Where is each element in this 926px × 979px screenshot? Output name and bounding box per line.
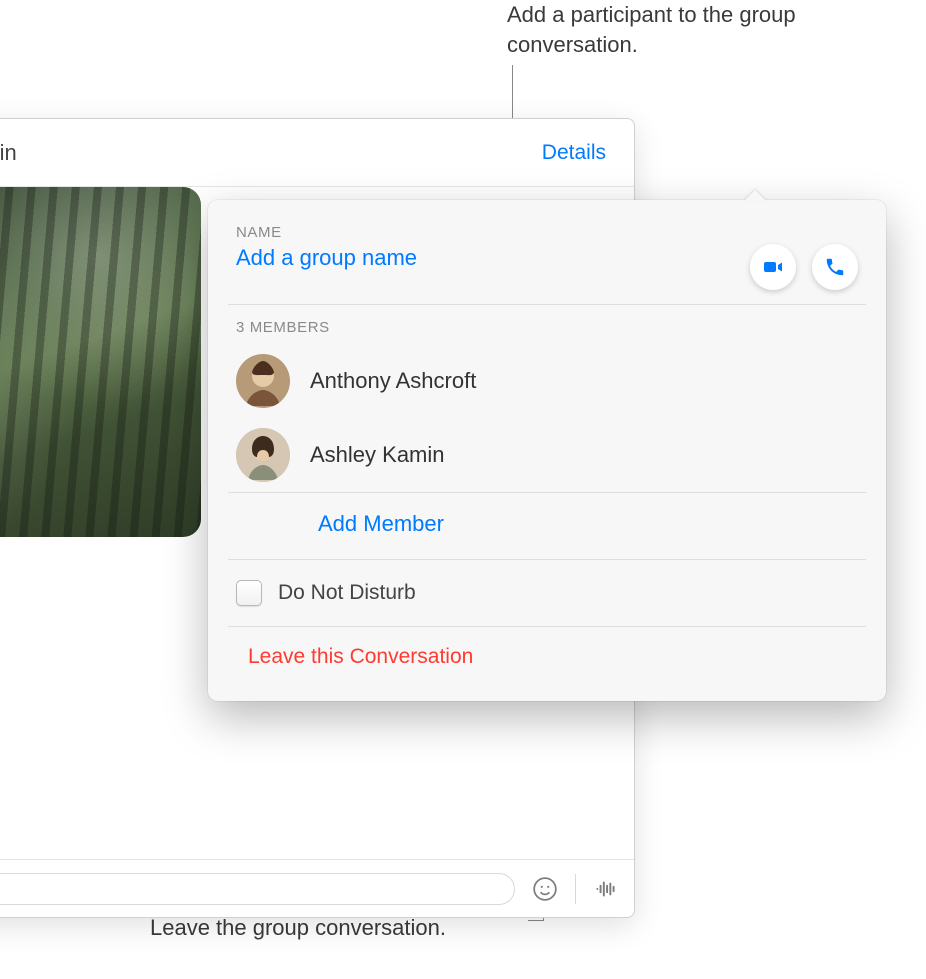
message-input-bar [0,859,634,917]
popover-header: NAME Add a group name [208,200,886,304]
avatar [236,354,290,408]
chat-header: ft, Ashley Kamin Details [0,119,634,187]
audio-message-icon[interactable] [590,873,622,905]
leave-conversation-button[interactable]: Leave this Conversation [248,645,473,668]
video-call-button[interactable] [750,244,796,290]
message-image-attachment[interactable] [0,187,201,537]
member-name: Ashley Kamin [310,442,445,468]
callout-leader [528,920,544,921]
divider [575,874,576,904]
do-not-disturb-label: Do Not Disturb [278,581,416,605]
name-section-label: NAME [236,224,417,241]
details-popover: NAME Add a group name 3 MEMBERS [208,200,886,701]
member-row[interactable]: Anthony Ashcroft [208,344,886,418]
avatar [236,428,290,482]
phone-icon [824,256,846,278]
audio-call-button[interactable] [812,244,858,290]
emoji-picker-icon[interactable] [529,873,561,905]
video-icon [761,255,785,279]
member-row[interactable]: Ashley Kamin [208,418,886,492]
details-button[interactable]: Details [542,141,606,165]
add-member-button[interactable]: Add Member [318,511,444,536]
conversation-title: ft, Ashley Kamin [0,140,17,166]
do-not-disturb-row: Do Not Disturb [208,560,886,626]
do-not-disturb-checkbox[interactable] [236,580,262,606]
members-count-label: 3 MEMBERS [236,319,858,336]
member-name: Anthony Ashcroft [310,368,476,394]
callout-add-participant: Add a participant to the group conversat… [507,0,867,59]
message-input[interactable] [0,873,515,905]
group-name-input[interactable]: Add a group name [236,245,417,271]
